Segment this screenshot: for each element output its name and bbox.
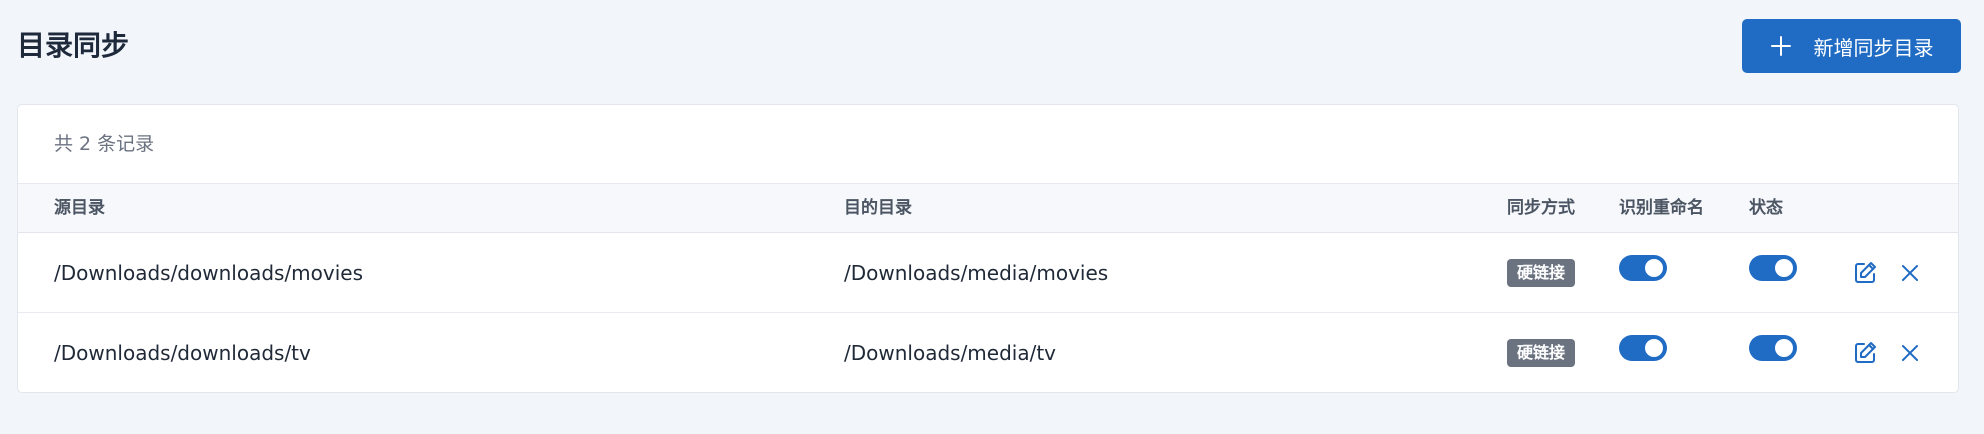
sync-mode-cell: 硬链接 (1507, 233, 1576, 312)
delete-cell (1897, 233, 1923, 312)
edit-icon[interactable] (1852, 340, 1878, 366)
sync-mode-badge: 硬链接 (1507, 258, 1576, 287)
sync-mode-badge: 硬链接 (1507, 338, 1576, 367)
target-path: /Downloads/media/tv (844, 340, 1057, 365)
table-header: 源目录 目的目录 同步方式 识别重命名 状态 (18, 183, 1958, 233)
status-toggle[interactable] (1749, 254, 1797, 281)
add-sync-directory-label: 新增同步目录 (1813, 35, 1934, 60)
close-icon[interactable] (1897, 260, 1923, 286)
column-header-target: 目的目录 (844, 198, 912, 218)
status-toggle[interactable] (1749, 334, 1797, 361)
edit-icon[interactable] (1852, 260, 1878, 286)
source-path: /Downloads/downloads/tv (54, 340, 311, 365)
status-cell (1749, 233, 1797, 312)
rename-toggle[interactable] (1619, 254, 1667, 281)
close-icon[interactable] (1897, 340, 1923, 366)
toggle-knob (1775, 338, 1793, 357)
column-header-status: 状态 (1749, 198, 1783, 218)
add-sync-directory-button[interactable]: 新增同步目录 (1742, 19, 1961, 73)
sync-directory-card: 共 2 条记录 源目录 目的目录 同步方式 识别重命名 状态 /Download… (17, 104, 1959, 393)
toggle-knob (1775, 258, 1793, 277)
sync-mode-cell: 硬链接 (1507, 313, 1576, 392)
toggle-knob (1645, 338, 1663, 357)
source-path: /Downloads/downloads/movies (54, 260, 364, 285)
delete-cell (1897, 313, 1923, 392)
record-count: 共 2 条记录 (54, 133, 155, 155)
column-header-source: 源目录 (54, 198, 105, 218)
column-header-rename: 识别重命名 (1619, 198, 1704, 218)
actions-cell (1852, 233, 1878, 312)
table-row: /Downloads/downloads/tv /Downloads/media… (18, 312, 1958, 391)
rename-cell (1619, 313, 1667, 392)
table-row: /Downloads/downloads/movies /Downloads/m… (18, 233, 1958, 312)
column-header-sync-mode: 同步方式 (1507, 198, 1575, 218)
rename-cell (1619, 233, 1667, 312)
status-cell (1749, 313, 1797, 392)
toggle-knob (1645, 258, 1663, 277)
plus-icon (1770, 35, 1792, 57)
page-title: 目录同步 (17, 29, 130, 62)
actions-cell (1852, 313, 1878, 392)
target-path: /Downloads/media/movies (844, 260, 1109, 285)
rename-toggle[interactable] (1619, 334, 1667, 361)
directory-sync-page: 目录同步 新增同步目录 共 2 条记录 源目录 目的目录 同步方式 识别重命名 … (0, 0, 1984, 434)
